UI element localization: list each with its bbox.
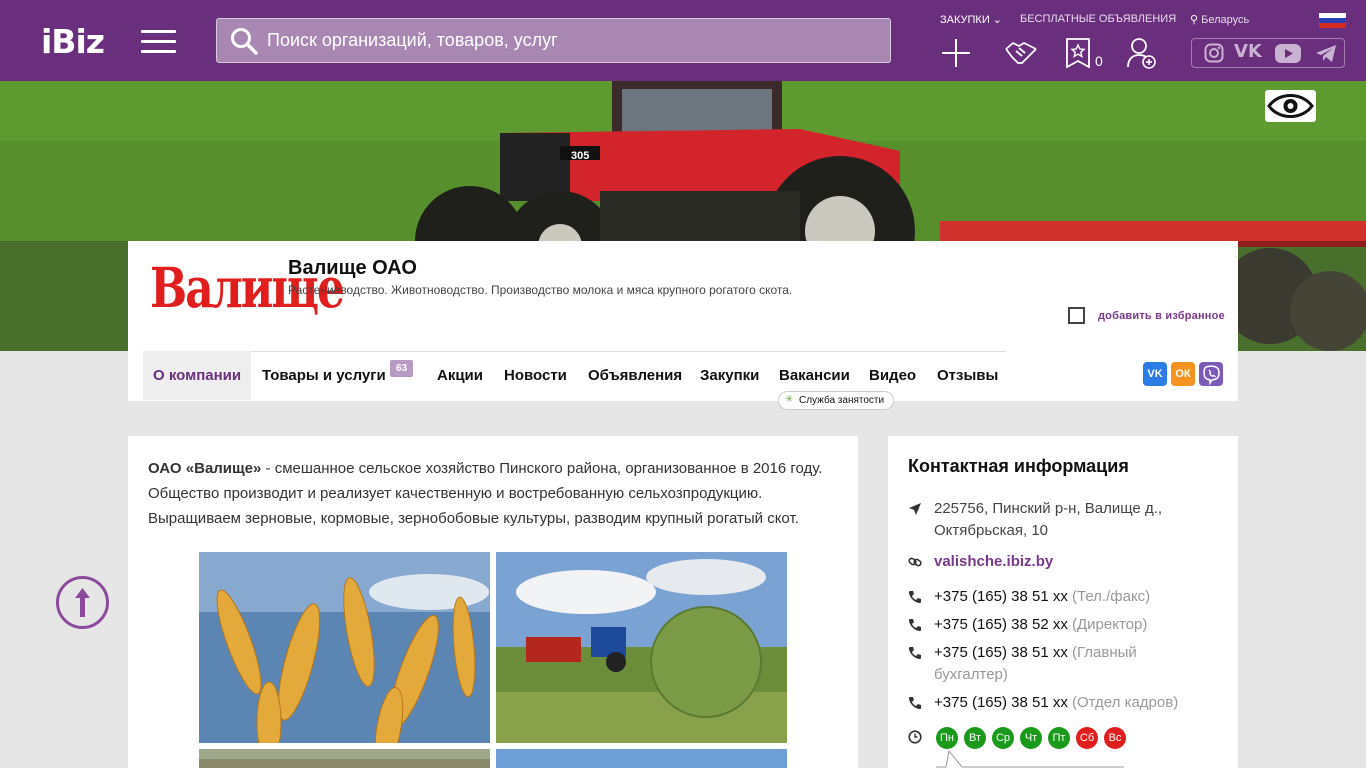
link-icon [908, 557, 922, 567]
day-thu[interactable]: Чт [1020, 727, 1042, 749]
menu-icon[interactable] [141, 30, 176, 54]
phone-icon [909, 647, 921, 659]
day-sat[interactable]: Сб [1076, 727, 1098, 749]
tab-purchases[interactable]: Закупки [700, 351, 759, 400]
chevron-down-icon: ⌄ [992, 14, 1003, 26]
purchases-link[interactable]: ЗАКУПКИ ⌄ [940, 13, 1002, 26]
russian-flag-icon[interactable] [1319, 13, 1346, 28]
viber-share-icon[interactable] [1199, 362, 1223, 386]
phone-number[interactable]: +375 (165) 38 51 xx [934, 644, 1068, 661]
phone-number[interactable]: +375 (165) 38 51 xx [934, 588, 1068, 605]
arrow-up-icon [75, 588, 90, 617]
odnoklassniki-share-icon[interactable]: ОК [1171, 362, 1195, 386]
phone-row: +375 (165) 38 51 xx (Отдел кадров) [908, 692, 1208, 714]
schedule-popup-outline [936, 749, 1124, 768]
favorites-checkbox[interactable] [1068, 307, 1085, 324]
day-fri[interactable]: Пт [1048, 727, 1070, 749]
hay-bale-photo[interactable] [496, 552, 787, 743]
website-row: valishche.ibiz.by [908, 551, 1208, 573]
company-header-card: Валище Валище ОАО Растениеводство. Живот… [128, 241, 1238, 410]
day-mon[interactable]: Пн [936, 727, 958, 749]
sparkle-icon: ✳ [785, 394, 794, 405]
address: 225756, Пинский р-н, Валище д., Октябрьс… [934, 500, 1163, 539]
svg-text:305: 305 [571, 150, 589, 162]
favorites-count: 0 [1095, 53, 1103, 69]
phone-icon [909, 697, 921, 709]
phone-number[interactable]: +375 (165) 38 52 xx [934, 616, 1068, 633]
working-days: Пн Вт Ср Чт Пт Сб Вс [936, 727, 1132, 749]
accessibility-eye-icon[interactable] [1265, 90, 1316, 122]
location-selector[interactable]: ⚲ Беларусь [1190, 13, 1249, 26]
tab-ads[interactable]: Объявления [588, 351, 682, 400]
contact-title: Контактная информация [908, 456, 1129, 476]
address-row: 225756, Пинский р-н, Валище д., Октябрьс… [908, 498, 1208, 542]
vk-share-icon[interactable]: VK [1143, 362, 1167, 386]
tab-products[interactable]: Товары и услуги 63 [262, 351, 414, 400]
top-navigation-bar: iBiz ЗАКУПКИ ⌄ БЕСПЛАТНЫЕ ОБЪЯВЛЕНИЯ ⚲ Б… [0, 0, 1366, 81]
search-input[interactable] [267, 19, 867, 62]
website-link[interactable]: valishche.ibiz.by [908, 551, 1208, 573]
free-ads-link[interactable]: БЕСПЛАТНЫЕ ОБЪЯВЛЕНИЯ [1020, 13, 1176, 25]
tab-reviews[interactable]: Отзывы [937, 351, 998, 400]
plus-icon[interactable] [940, 37, 972, 69]
phone-row: +375 (165) 38 51 xx (Главный бухгалтер) [908, 642, 1208, 686]
add-to-favorites-label: добавить в избранное [1098, 309, 1225, 322]
search-icon[interactable] [230, 27, 258, 55]
handshake-icon[interactable] [1004, 37, 1038, 69]
day-tue[interactable]: Вт [964, 727, 986, 749]
phone-icon [909, 591, 921, 603]
phone-icon [909, 619, 921, 631]
phone-row: +375 (165) 38 52 xx (Директор) [908, 614, 1208, 636]
tab-about[interactable]: О компании [143, 351, 252, 400]
youtube-icon[interactable] [1275, 44, 1301, 63]
wheat-photo[interactable] [199, 552, 490, 743]
social-links: VK [1191, 38, 1345, 68]
day-wed[interactable]: Ср [992, 727, 1014, 749]
tab-news[interactable]: Новости [504, 351, 567, 400]
phone-row: +375 (165) 38 51 xx (Тел./факс) [908, 586, 1208, 608]
phone-label: (Отдел кадров) [1072, 694, 1179, 711]
location-pin-icon: ⚲ [1190, 14, 1199, 26]
phone-number[interactable]: +375 (165) 38 51 xx [934, 694, 1068, 711]
vk-icon[interactable]: VK [1234, 41, 1262, 62]
company-description: Растениеводство. Животноводство. Произво… [288, 283, 793, 297]
add-to-favorites[interactable]: добавить в избранное [1068, 307, 1225, 324]
site-logo[interactable]: iBiz [41, 22, 105, 61]
user-add-icon[interactable] [1127, 37, 1157, 69]
sky-photo[interactable] [496, 749, 787, 768]
about-text: ОАО «Валище» - смешанное сельское хозяйс… [148, 460, 823, 527]
company-name: Валище ОАО [288, 257, 417, 279]
star-icon[interactable] [1065, 37, 1091, 69]
about-company-section: ОАО «Валище» - смешанное сельское хозяйс… [128, 436, 858, 768]
instagram-icon[interactable] [1204, 43, 1224, 63]
employment-service-tooltip[interactable]: ✳ Служба занятости [778, 391, 895, 410]
search-bar [216, 18, 891, 63]
products-count-badge: 63 [390, 360, 414, 377]
tab-promotions[interactable]: Акции [437, 351, 483, 400]
contact-info-section: Контактная информация 225756, Пинский р-… [888, 436, 1238, 768]
location-arrow-icon [909, 503, 921, 515]
scroll-to-top-button[interactable] [56, 576, 109, 629]
telegram-icon[interactable] [1315, 44, 1337, 63]
phone-label: (Тел./факс) [1072, 588, 1151, 605]
field-photo[interactable] [199, 749, 490, 768]
phone-label: (Директор) [1072, 616, 1148, 633]
clock-icon [908, 730, 922, 744]
day-sun[interactable]: Вс [1104, 727, 1126, 749]
